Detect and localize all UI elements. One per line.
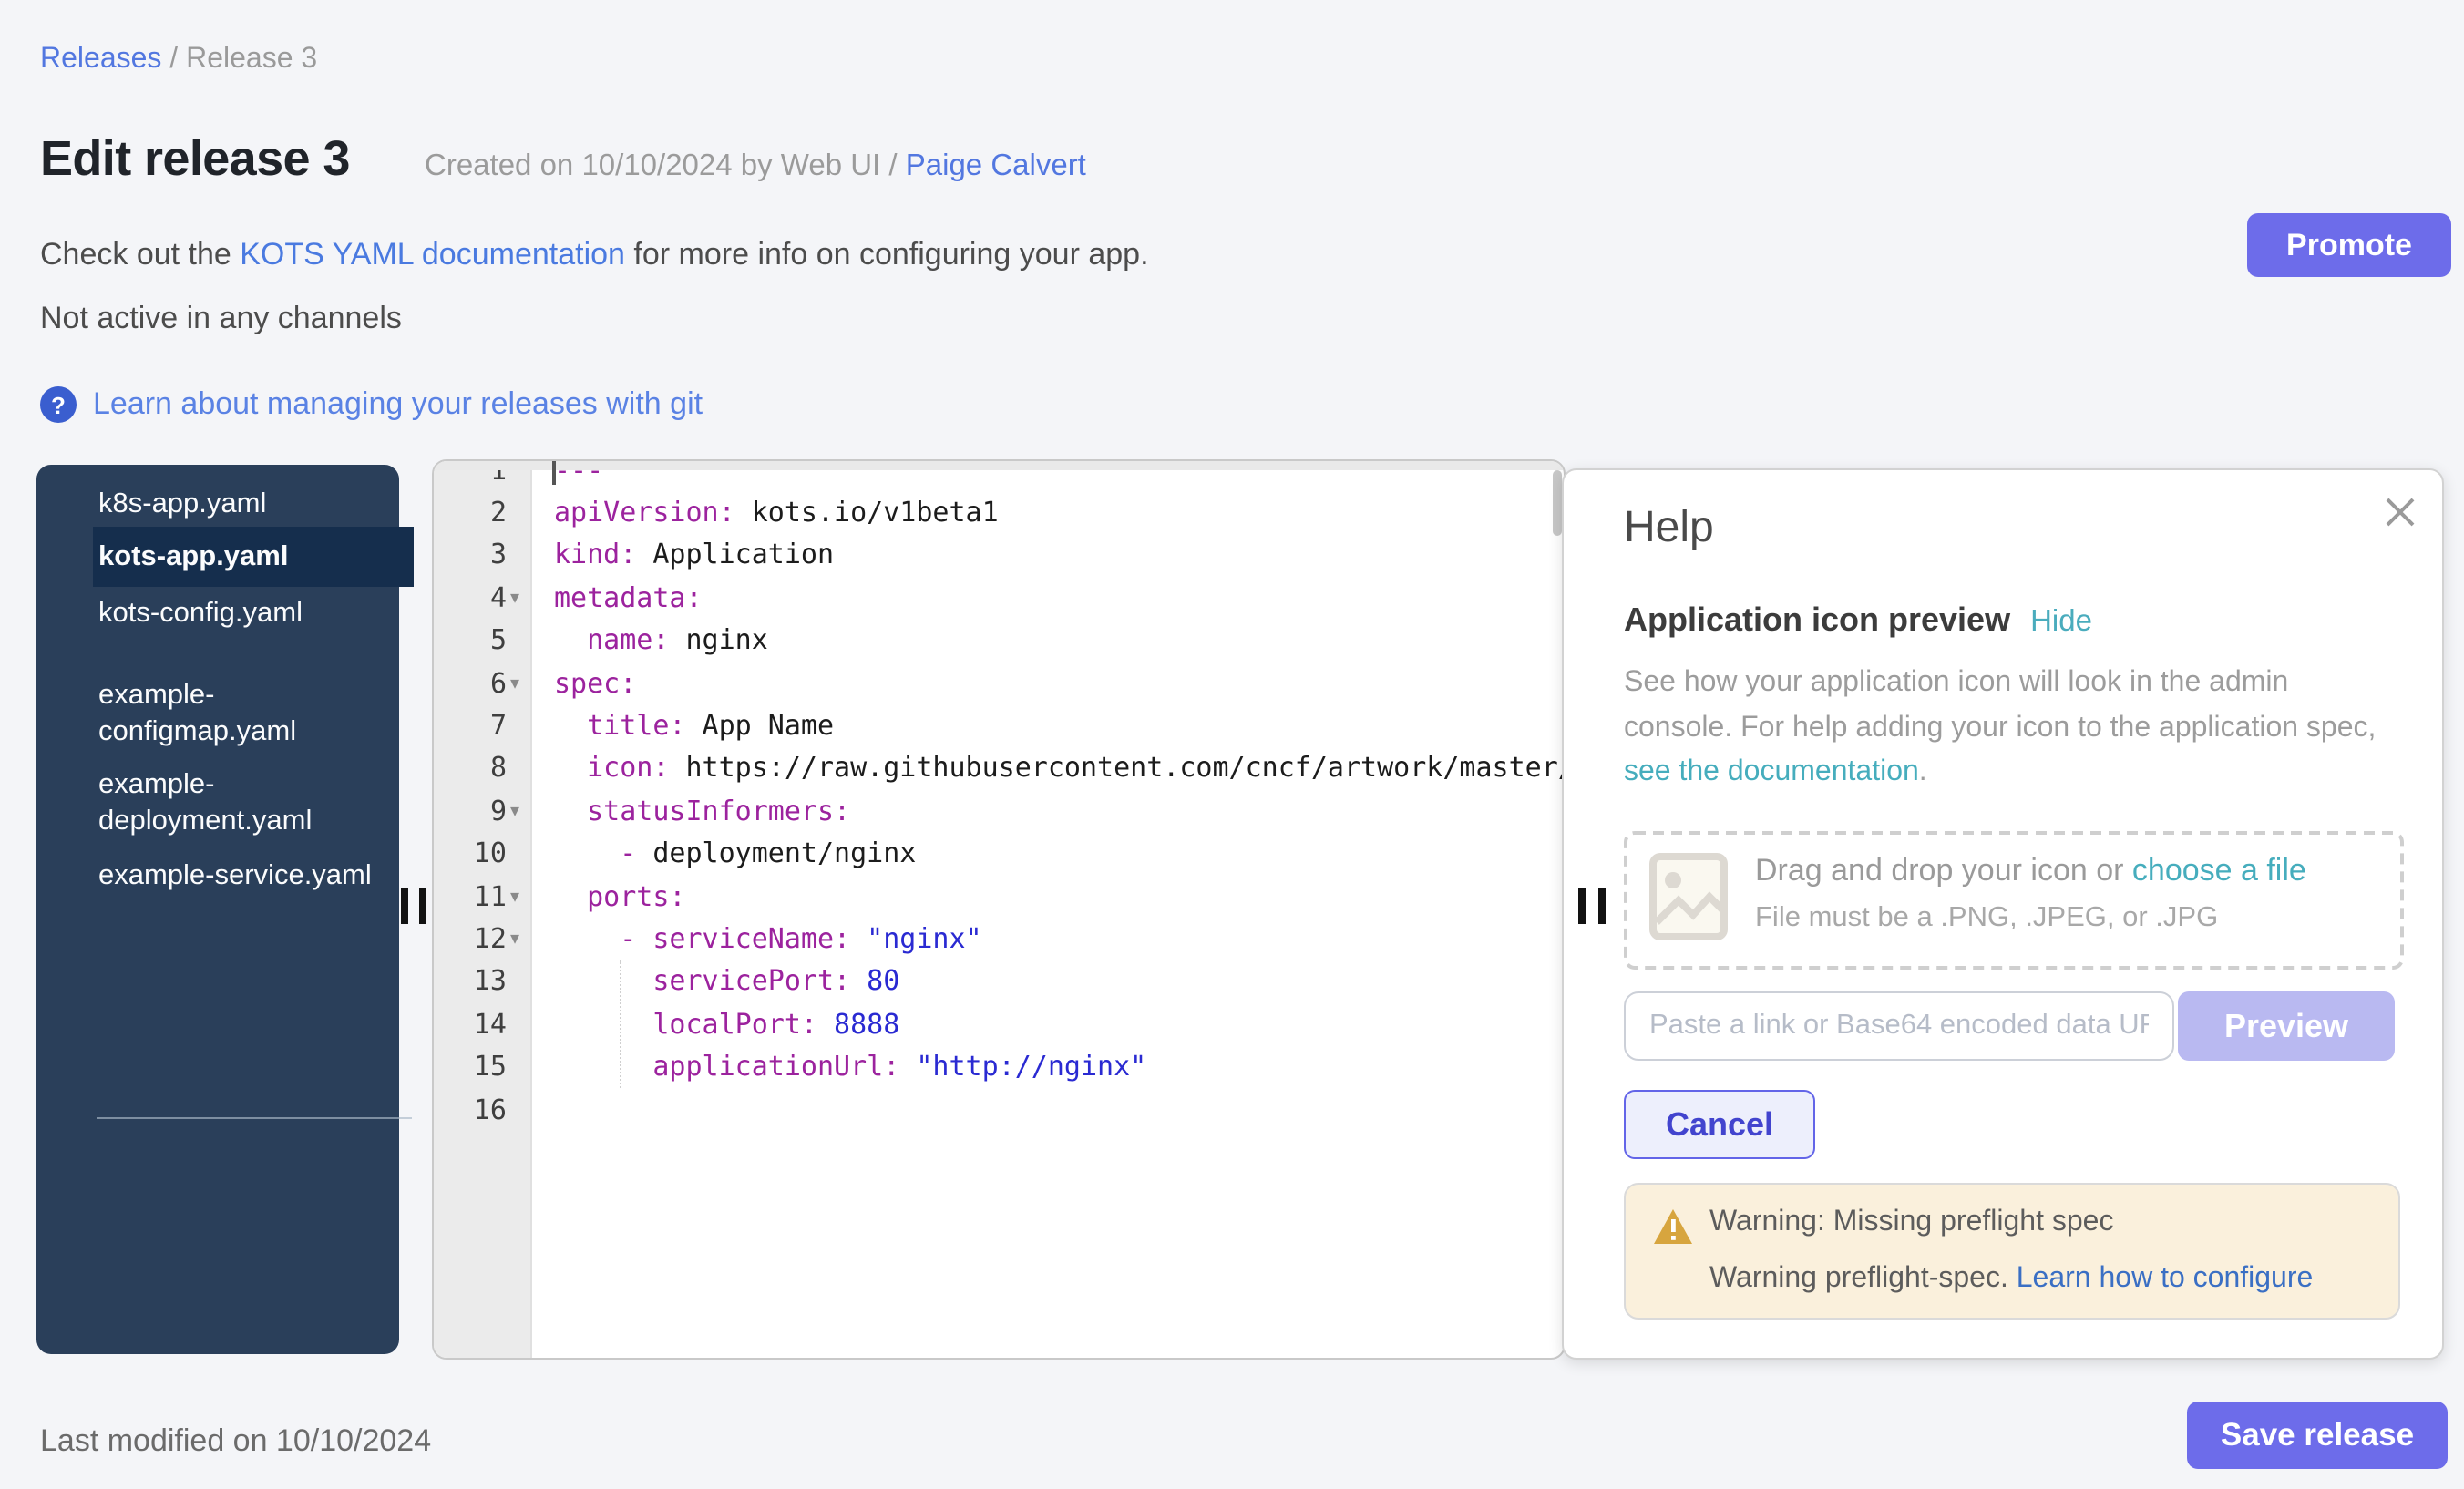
channel-status-text: Not active in any channels: [40, 301, 402, 337]
question-icon: ?: [40, 386, 77, 423]
help-panel-resize-handle-bar[interactable]: [1598, 888, 1606, 924]
code-line[interactable]: title: App Name: [554, 705, 834, 748]
warning-box: Warning: Missing preflight spec Warning …: [1624, 1183, 2400, 1320]
yaml-editor[interactable]: 1234▾56▾789▾1011▾12▾13141516 ---apiVersi…: [432, 459, 1566, 1360]
code-line[interactable]: localPort: 8888: [554, 1003, 899, 1046]
file-sidebar: k8s-app.yamlkots-app.yamlkots-config.yam…: [36, 465, 399, 1354]
help-panel-resize-handle-bar[interactable]: [1578, 888, 1586, 924]
created-info: Created on 10/10/2024 by Web UI / Paige …: [425, 149, 1086, 184]
line-number: 6: [434, 662, 507, 705]
created-author-link[interactable]: Paige Calvert: [906, 149, 1086, 182]
line-number: 11: [434, 876, 507, 919]
editor-scrollbar[interactable]: [1553, 470, 1562, 536]
icon-dropzone[interactable]: [1624, 831, 2404, 970]
fold-arrow-icon[interactable]: ▾: [510, 919, 519, 961]
line-number: 5: [434, 620, 507, 662]
sidebar-file-item[interactable]: example-configmap.yaml: [98, 678, 412, 751]
code-line[interactable]: statusInformers:: [554, 790, 850, 833]
editor-gutter: 1234▾56▾789▾1011▾12▾13141516: [434, 461, 532, 1358]
sidebar-resize-handle-bar[interactable]: [419, 888, 426, 924]
sidebar-file-item[interactable]: example-deployment.yaml: [98, 767, 412, 840]
help-panel-title: Help: [1624, 503, 1714, 554]
warning-detail: Warning preflight-spec. Learn how to con…: [1709, 1263, 2313, 1296]
line-number: 3: [434, 535, 507, 578]
git-help-row: ? Learn about managing your releases wit…: [40, 386, 703, 423]
close-icon[interactable]: [2384, 496, 2417, 529]
save-release-button[interactable]: Save release: [2187, 1402, 2448, 1469]
help-panel: Help Application icon preview Hide See ho…: [1562, 468, 2444, 1360]
code-line[interactable]: metadata:: [554, 577, 703, 620]
code-line[interactable]: icon: https://raw.githubusercontent.com/…: [554, 748, 1566, 791]
code-line[interactable]: kind: Application: [554, 535, 834, 578]
dropzone-text: Drag and drop your icon or choose a file: [1755, 853, 2306, 889]
fold-arrow-icon[interactable]: ▾: [510, 577, 519, 620]
fold-arrow-icon[interactable]: ▾: [510, 662, 519, 705]
sidebar-file-item[interactable]: kots-config.yaml: [98, 596, 412, 632]
sidebar-resize-handle-bar[interactable]: [401, 888, 408, 924]
git-releases-link[interactable]: Learn about managing your releases with …: [93, 386, 703, 423]
fold-arrow-icon[interactable]: ▾: [510, 876, 519, 919]
line-number: 9: [434, 790, 507, 833]
line-number: 14: [434, 1003, 507, 1046]
image-placeholder-icon: [1649, 853, 1728, 940]
code-line[interactable]: - serviceName: "nginx": [554, 919, 982, 961]
code-line[interactable]: spec:: [554, 662, 636, 705]
warning-icon: [1653, 1208, 1693, 1245]
dropzone-filetypes: File must be a .PNG, .JPEG, or .JPG: [1755, 902, 2218, 935]
code-line[interactable]: servicePort: 80: [554, 961, 899, 1004]
screenshot-viewport: Releases / Release 3 Edit release 3 Crea…: [0, 0, 2464, 1489]
line-number: 7: [434, 705, 507, 748]
indent-guide: [620, 961, 621, 1089]
editor-cursor: [552, 459, 556, 484]
line-number: 2: [434, 492, 507, 535]
kots-yaml-doc-link[interactable]: KOTS YAML documentation: [240, 237, 625, 272]
intro-pre: Check out the: [40, 237, 240, 272]
learn-configure-link[interactable]: Learn how to configure: [2017, 1263, 2314, 1294]
code-line[interactable]: name: nginx: [554, 620, 768, 662]
description-text: See how your application icon will look …: [1624, 667, 2376, 743]
line-number: 13: [434, 961, 507, 1004]
line-number: 12: [434, 919, 507, 961]
promote-button[interactable]: Promote: [2247, 213, 2451, 277]
last-modified-text: Last modified on 10/10/2024: [40, 1423, 431, 1460]
sidebar-file-item[interactable]: k8s-app.yaml: [98, 487, 412, 523]
fold-arrow-icon[interactable]: ▾: [510, 790, 519, 833]
code-line[interactable]: apiVersion: kots.io/v1beta1: [554, 492, 999, 535]
breadcrumb: Releases / Release 3: [40, 44, 317, 77]
icon-preview-description: See how your application icon will look …: [1624, 662, 2400, 796]
created-text: Created on 10/10/2024 by Web UI /: [425, 149, 906, 182]
sidebar-divider: [97, 1117, 412, 1119]
line-number: 8: [434, 748, 507, 791]
icon-url-input[interactable]: [1624, 991, 2174, 1061]
release-editor-page: Releases / Release 3 Edit release 3 Crea…: [0, 0, 2464, 1489]
intro-post: for more info on configuring your app.: [625, 237, 1149, 272]
see-documentation-link[interactable]: see the documentation: [1624, 756, 1919, 787]
icon-preview-title: Application icon preview: [1624, 601, 2010, 638]
code-line[interactable]: applicationUrl: "http://nginx": [554, 1046, 1146, 1089]
line-number: 16: [434, 1089, 507, 1132]
preview-button[interactable]: Preview: [2178, 991, 2395, 1061]
line-number: 10: [434, 833, 507, 876]
editor-top-strip: [434, 461, 1564, 470]
intro-line: Check out the KOTS YAML documentation fo…: [40, 237, 1149, 273]
choose-file-link[interactable]: choose a file: [2132, 853, 2306, 888]
icon-preview-heading: Application icon preview Hide: [1624, 601, 2092, 640]
sidebar-file-item[interactable]: kots-app.yaml: [98, 539, 412, 576]
warning-title: Warning: Missing preflight spec: [1709, 1207, 2113, 1239]
hide-link[interactable]: Hide: [2030, 605, 2092, 638]
code-line[interactable]: ports:: [554, 876, 686, 919]
line-number: 4: [434, 577, 507, 620]
line-number: 15: [434, 1046, 507, 1089]
breadcrumb-releases-link[interactable]: Releases: [40, 44, 161, 75]
code-line[interactable]: - deployment/nginx: [554, 833, 916, 876]
page-title: Edit release 3: [40, 131, 350, 188]
sidebar-file-item[interactable]: example-service.yaml: [98, 858, 412, 895]
cancel-button[interactable]: Cancel: [1624, 1090, 1815, 1159]
breadcrumb-current: / Release 3: [161, 44, 317, 75]
